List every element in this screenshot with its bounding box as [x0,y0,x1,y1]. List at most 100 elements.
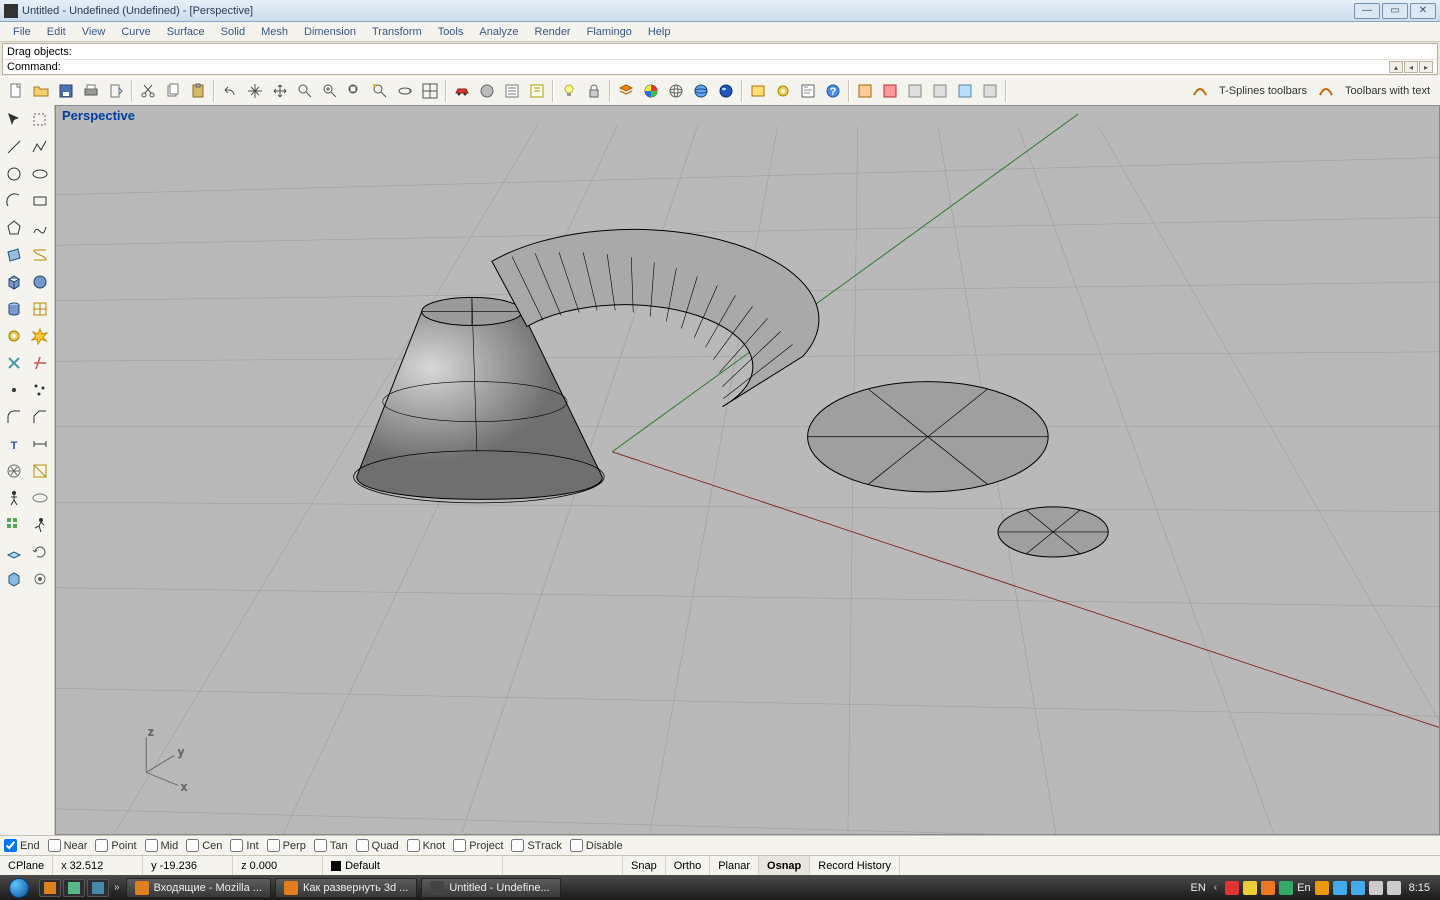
menu-edit[interactable]: Edit [40,24,73,40]
osnap-tan[interactable]: Tan [314,839,348,852]
four-views-button[interactable] [418,79,442,103]
lightbulb-icon[interactable] [557,79,581,103]
tray-icon-2[interactable] [1243,881,1257,895]
status-snap[interactable]: Snap [622,856,665,875]
box-c-button[interactable] [903,79,927,103]
osnap-point[interactable]: Point [95,839,136,852]
menu-dimension[interactable]: Dimension [297,24,363,40]
taskbar-clock[interactable]: 8:15 [1405,882,1434,894]
refresh-tool[interactable] [28,539,53,565]
osnap-int[interactable]: Int [230,839,258,852]
help-button[interactable]: ? [821,79,845,103]
status-ortho[interactable]: Ortho [665,856,710,875]
menu-render[interactable]: Render [528,24,578,40]
close-button[interactable]: ✕ [1410,3,1436,19]
menu-analyze[interactable]: Analyze [472,24,525,40]
menu-solid[interactable]: Solid [214,24,252,40]
osnap-knot[interactable]: Knot [407,839,446,852]
paste-button[interactable] [186,79,210,103]
wireframe-sphere-icon[interactable] [664,79,688,103]
layer-button[interactable] [614,79,638,103]
array-tool[interactable] [2,512,27,538]
quicklaunch-icon-3[interactable] [87,879,109,897]
sphere-icon[interactable] [714,79,738,103]
status-layer[interactable]: Default [323,856,503,875]
osnap-cen[interactable]: Cen [186,839,222,852]
command-history-back-button[interactable]: ◂ [1404,61,1418,73]
tsplines-icon[interactable] [1188,79,1212,103]
fillet-tool[interactable] [2,404,27,430]
text-tool[interactable]: T [2,431,27,457]
person-run-icon[interactable] [28,512,53,538]
box-e-button[interactable] [953,79,977,103]
taskbar-item-1[interactable]: Входящие - Mozilla ... [126,878,271,898]
loft-tool[interactable] [28,242,53,268]
command-history-fwd-button[interactable]: ▸ [1419,61,1433,73]
tray-overflow[interactable]: ‹ [1210,882,1221,893]
ellipse-tool[interactable] [28,161,53,187]
tray-icon-6[interactable] [1333,881,1347,895]
point-tool[interactable] [2,377,27,403]
osnap-disable[interactable]: Disable [570,839,623,852]
render-button[interactable] [746,79,770,103]
language-indicator-2[interactable]: En [1297,882,1310,894]
pan-button[interactable] [243,79,267,103]
menu-surface[interactable]: Surface [160,24,212,40]
taskbar-item-2[interactable]: Как развернуть 3d ... [275,878,417,898]
tsplines-toolbars-label[interactable]: T-Splines toolbars [1213,85,1313,97]
zoom-extents-button[interactable] [343,79,367,103]
menu-curve[interactable]: Curve [114,24,157,40]
viewport-perspective[interactable]: Perspective [55,105,1440,835]
section-tool[interactable] [28,458,53,484]
mesh-tool[interactable] [28,296,53,322]
camera-tool[interactable] [28,485,53,511]
menu-flamingo[interactable]: Flamingo [580,24,639,40]
rectangle-tool[interactable] [28,188,53,214]
start-button[interactable] [0,875,38,900]
script-button[interactable] [796,79,820,103]
lasso-tool[interactable] [28,107,53,133]
menu-view[interactable]: View [75,24,113,40]
new-file-button[interactable] [4,79,28,103]
tray-icon-8[interactable] [1369,881,1383,895]
car-icon[interactable] [450,79,474,103]
properties-button[interactable] [525,79,549,103]
toolbars-with-text-icon[interactable] [1314,79,1338,103]
shade-button[interactable] [475,79,499,103]
menu-transform[interactable]: Transform [365,24,429,40]
toolbars-with-text-label[interactable]: Toolbars with text [1339,85,1436,97]
person-walk-icon[interactable] [2,485,27,511]
osnap-end[interactable]: End [4,839,40,852]
move-button[interactable] [268,79,292,103]
settings-tool[interactable] [28,566,53,592]
trim-tool[interactable] [28,350,53,376]
select-tool[interactable] [2,107,27,133]
osnap-mid[interactable]: Mid [145,839,179,852]
zoom-window-button[interactable] [318,79,342,103]
polyline-tool[interactable] [28,134,53,160]
minimize-button[interactable]: — [1354,3,1380,19]
import-button[interactable] [104,79,128,103]
chamfer-tool[interactable] [28,404,53,430]
status-record-history[interactable]: Record History [809,856,900,875]
open-file-button[interactable] [29,79,53,103]
tray-icon-5[interactable] [1315,881,1329,895]
box-b-button[interactable] [878,79,902,103]
osnap-perp[interactable]: Perp [267,839,306,852]
surface-tool[interactable] [2,242,27,268]
curve-tool[interactable] [28,215,53,241]
cylinder-tool[interactable] [2,296,27,322]
status-osnap[interactable]: Osnap [758,856,809,875]
osnap-project[interactable]: Project [453,839,503,852]
menu-mesh[interactable]: Mesh [254,24,295,40]
box-tool[interactable] [2,269,27,295]
polygon-tool[interactable] [2,215,27,241]
tray-icon-4[interactable] [1279,881,1293,895]
volume-icon[interactable] [1387,881,1401,895]
save-file-button[interactable] [54,79,78,103]
quicklaunch-icon-2[interactable] [63,879,85,897]
arc-tool[interactable] [2,188,27,214]
menu-file[interactable]: File [6,24,38,40]
hatch-tool[interactable] [2,458,27,484]
cplane-tool[interactable] [2,539,27,565]
